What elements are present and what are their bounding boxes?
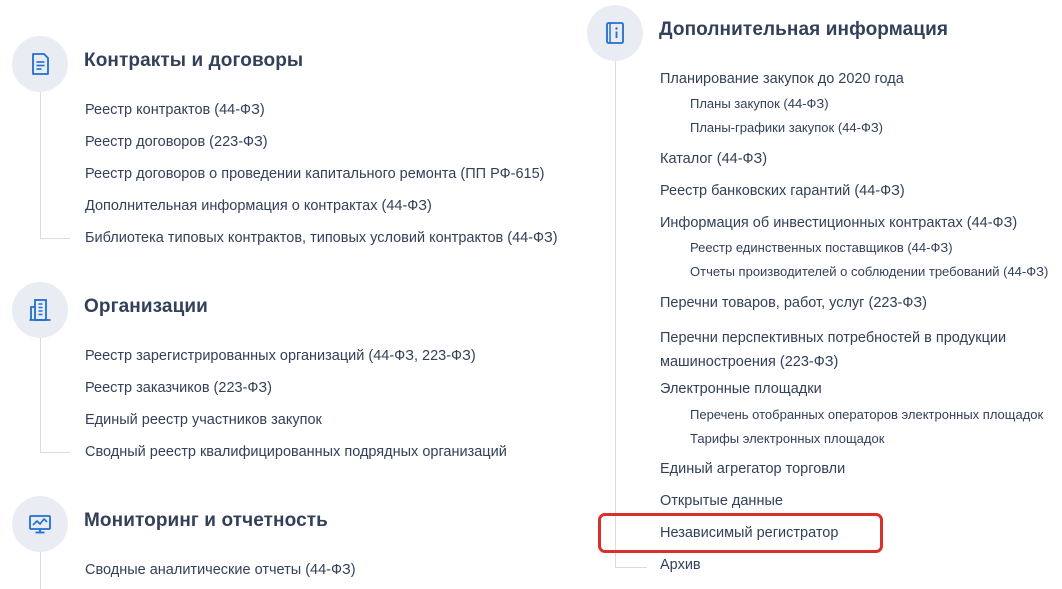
link-bank-guarantees[interactable]: Реестр банковских гарантий (44-ФЗ) — [660, 182, 905, 200]
link-agreements-registry[interactable]: Реестр договоров (223-ФЗ) — [85, 133, 268, 151]
link-typical-contracts-library[interactable]: Библиотека типовых контрактов, типовых у… — [85, 229, 558, 247]
organizations-icon-circle — [12, 282, 68, 338]
link-planning-2020[interactable]: Планирование закупок до 2020 года — [660, 70, 904, 88]
link-analytic-reports[interactable]: Сводные аналитические отчеты (44-ФЗ) — [85, 561, 356, 579]
section-title-additional-info: Дополнительная информация — [659, 19, 949, 40]
tree-branch — [40, 452, 70, 453]
link-prospective-needs[interactable]: Перечни перспективных потребностей в про… — [660, 326, 1006, 374]
tree-line — [40, 92, 41, 239]
contracts-icon-circle — [12, 36, 68, 92]
tree-line — [615, 61, 616, 568]
link-investment-contracts[interactable]: Информация об инвестиционных контрактах … — [660, 214, 1017, 232]
link-prospective-needs-line1: Перечни перспективных потребностей в про… — [660, 330, 1007, 346]
link-catalog[interactable]: Каталог (44-ФЗ) — [660, 150, 767, 168]
tree-line — [40, 338, 41, 453]
link-customers-registry[interactable]: Реестр заказчиков (223-ФЗ) — [85, 379, 272, 397]
link-producer-reports[interactable]: Отчеты производителей о соблюдении требо… — [690, 264, 1048, 280]
link-contractors-registry[interactable]: Сводный реестр квалифицированных подрядн… — [85, 443, 507, 461]
link-contracts-registry[interactable]: Реестр контрактов (44-ФЗ) — [85, 101, 265, 119]
building-icon — [29, 299, 51, 321]
tree-branch — [615, 567, 647, 568]
monitoring-icon-circle — [12, 496, 68, 552]
link-participants-registry[interactable]: Единый реестр участников закупок — [85, 411, 322, 429]
tree-line — [40, 552, 41, 589]
link-platform-operators[interactable]: Перечень отобранных операторов электронн… — [690, 407, 1043, 423]
link-open-data[interactable]: Открытые данные — [660, 492, 783, 510]
monitor-chart-icon — [29, 515, 51, 534]
link-electronic-platforms[interactable]: Электронные площадки — [660, 380, 822, 398]
additional-info-icon-circle — [587, 5, 643, 61]
link-purchase-plans[interactable]: Планы закупок (44-ФЗ) — [690, 96, 829, 112]
link-purchase-schedules[interactable]: Планы-графики закупок (44-ФЗ) — [690, 120, 883, 136]
tree-branch — [40, 238, 70, 239]
link-sole-suppliers[interactable]: Реестр единственных поставщиков (44-ФЗ) — [690, 240, 953, 256]
section-title-contracts: Контракты и договоры — [84, 50, 304, 71]
link-registered-orgs[interactable]: Реестр зарегистрированных организаций (4… — [85, 347, 476, 365]
section-title-organizations: Организации — [84, 296, 208, 317]
highlight-box — [598, 513, 883, 553]
link-goods-lists[interactable]: Перечни товаров, работ, услуг (223-ФЗ) — [660, 294, 927, 312]
link-trade-aggregator[interactable]: Единый агрегатор торговли — [660, 460, 845, 478]
section-title-monitoring: Мониторинг и отчетность — [84, 510, 328, 531]
document-icon — [32, 53, 49, 75]
link-contracts-additional-info[interactable]: Дополнительная информация о контрактах (… — [85, 197, 432, 215]
link-platform-tariffs[interactable]: Тарифы электронных площадок — [690, 431, 884, 447]
info-book-icon — [606, 22, 624, 44]
link-prospective-needs-line2: машиностроения (223-ФЗ) — [660, 354, 839, 370]
link-archive[interactable]: Архив — [660, 556, 701, 574]
link-capital-repair-registry[interactable]: Реестр договоров о проведении капитально… — [85, 165, 544, 183]
